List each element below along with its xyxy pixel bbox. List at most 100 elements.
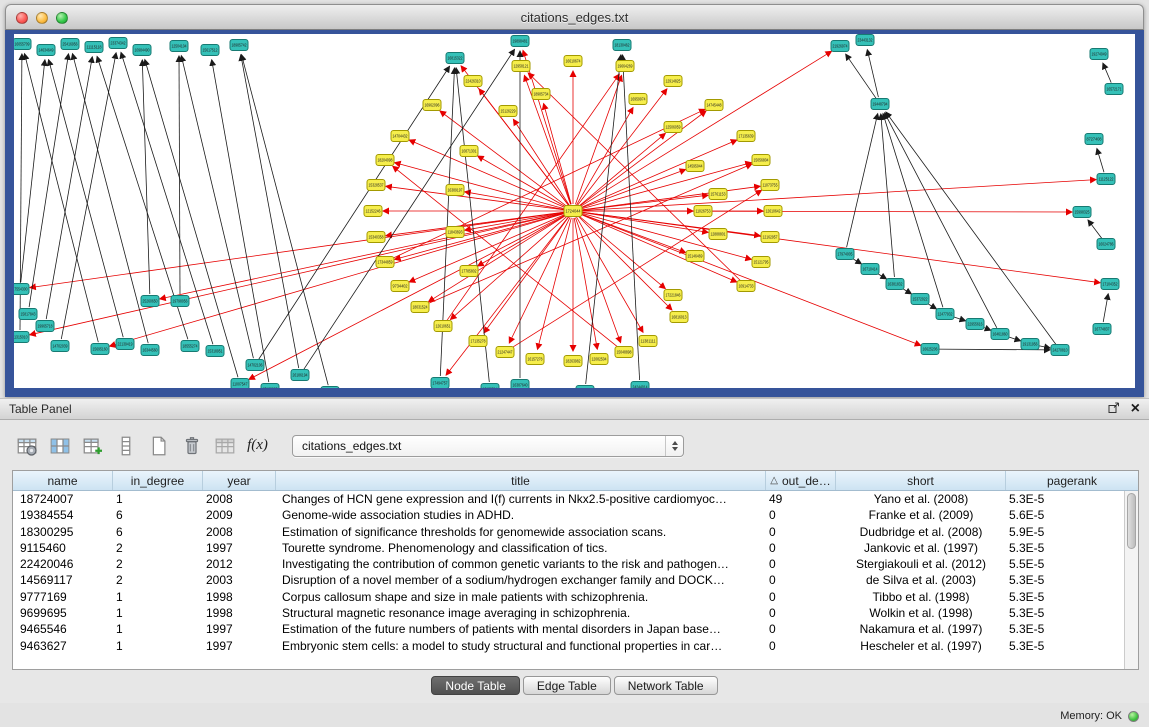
graph-node[interactable]: 12152246	[364, 206, 382, 217]
graph-edge[interactable]	[867, 50, 878, 97]
graph-node[interactable]: 19798056	[171, 296, 189, 307]
graph-node[interactable]: 16381832	[886, 279, 904, 290]
graph-node[interactable]: 24270810	[1051, 345, 1069, 356]
column-header-year[interactable]: year	[203, 471, 276, 490]
graph-node[interactable]: 14704432	[391, 131, 409, 142]
graph-node[interactable]: 10871301	[460, 146, 478, 157]
graph-node[interactable]: 11843693	[446, 227, 464, 238]
graph-edge[interactable]	[393, 166, 619, 347]
graph-node[interactable]: 16389197	[446, 185, 464, 196]
table-row[interactable]: 1456911722003Disruption of a novel membe…	[13, 572, 1124, 588]
graph-edge[interactable]	[1097, 149, 1104, 173]
graph-edge[interactable]	[61, 53, 116, 339]
graph-node[interactable]: 14634649	[37, 45, 55, 56]
table-cell[interactable]: 2	[113, 572, 203, 588]
graph-node[interactable]: 11315010	[14, 332, 29, 343]
table-cell[interactable]: 2	[113, 556, 203, 572]
graph-node[interactable]: 12610642	[764, 206, 782, 217]
graph-node[interactable]: 15126229	[499, 106, 517, 117]
graph-node[interactable]: 12888801	[709, 229, 727, 240]
graph-node[interactable]: 11073755	[761, 180, 779, 191]
table-cell[interactable]: 0	[766, 507, 836, 523]
table-scrollbar[interactable]	[1124, 491, 1138, 669]
graph-node[interactable]: 15318951	[206, 346, 224, 357]
graph-edge[interactable]	[30, 212, 566, 288]
graph-node[interactable]: 15121795	[752, 257, 770, 268]
graph-node[interactable]: 15372022	[911, 294, 929, 305]
table-cell[interactable]: 14569117	[13, 572, 113, 588]
graph-node[interactable]: 17135278	[469, 336, 487, 347]
graph-edge[interactable]	[578, 133, 665, 206]
graph-edge[interactable]	[29, 54, 68, 307]
graph-edge[interactable]	[456, 68, 489, 382]
column-header-out_de[interactable]: △out_de…	[766, 471, 836, 490]
graph-node[interactable]: 12504104	[170, 41, 188, 52]
graph-node[interactable]: 16189514	[481, 384, 499, 389]
graph-node[interactable]: 15817843	[19, 309, 37, 320]
graph-edge[interactable]	[21, 60, 45, 282]
function-builder-icon[interactable]: f(x)	[245, 433, 270, 458]
graph-node[interactable]: 16387640	[511, 380, 529, 389]
table-cell[interactable]: 9777169	[13, 589, 113, 605]
delete-table-icon[interactable]	[179, 433, 204, 458]
table-cell[interactable]: Nakamura et al. (1997)	[836, 621, 1006, 637]
table-cell[interactable]: Tibbo et al. (1998)	[836, 589, 1006, 605]
column-header-in_degree[interactable]: in_degree	[113, 471, 203, 490]
graph-edge[interactable]	[1103, 63, 1111, 82]
graph-edge[interactable]	[544, 104, 572, 205]
graph-node[interactable]: 16610674	[564, 56, 582, 67]
graph-node[interactable]: 15328537	[367, 180, 385, 191]
column-visibility-icon[interactable]	[47, 433, 72, 458]
network-graph-canvas[interactable]: 1724044121522461534035817344859973440218…	[14, 34, 1135, 388]
graph-edge[interactable]	[484, 217, 569, 333]
graph-node[interactable]: 17974005	[836, 249, 854, 260]
table-cell[interactable]: Yano et al. (2008)	[836, 491, 1006, 507]
graph-edge[interactable]	[885, 113, 997, 328]
graph-edge[interactable]	[145, 60, 238, 378]
table-cell[interactable]: 0	[766, 621, 836, 637]
table-cell[interactable]: 5.9E-5	[1006, 524, 1124, 540]
graph-node[interactable]: 15146469	[686, 251, 704, 262]
table-row[interactable]: 946362711997Embryonic stem cells: a mode…	[13, 638, 1124, 654]
table-cell[interactable]: 0	[766, 605, 836, 621]
table-cell[interactable]: 5.3E-5	[1006, 491, 1124, 507]
graph-edge[interactable]	[580, 195, 708, 210]
graph-edge[interactable]	[574, 218, 597, 349]
graph-node[interactable]: 17104352	[1101, 279, 1119, 290]
table-cell[interactable]: 1998	[203, 589, 276, 605]
table-cell[interactable]: 1	[113, 621, 203, 637]
graph-edge[interactable]	[181, 56, 253, 359]
graph-edge[interactable]	[580, 211, 1072, 212]
graph-node[interactable]: 16625206	[921, 344, 939, 355]
graph-node[interactable]: 22426310	[464, 76, 482, 87]
graph-node[interactable]: 18555274	[181, 341, 199, 352]
graph-node[interactable]: 16816013	[670, 312, 688, 323]
graph-edge[interactable]	[160, 213, 566, 299]
graph-node[interactable]: 11125122	[1097, 174, 1115, 185]
graph-node[interactable]: 22139419	[116, 339, 134, 350]
table-cell[interactable]: 1997	[203, 621, 276, 637]
table-row[interactable]: 977716911998Corpus callosum shape and si…	[13, 589, 1124, 605]
graph-node[interactable]: 1724044	[564, 206, 582, 217]
table-cell[interactable]: Disruption of a novel member of a sodium…	[276, 572, 766, 588]
graph-node[interactable]: 18985734	[532, 89, 550, 100]
graph-edge[interactable]	[881, 114, 895, 277]
graph-edge[interactable]	[179, 56, 180, 294]
table-cell[interactable]: 5.3E-5	[1006, 540, 1124, 556]
table-cell[interactable]: 1997	[203, 638, 276, 654]
graph-node[interactable]: 9734402	[391, 281, 409, 292]
table-row[interactable]: 1872400712008Changes of HCN gene express…	[13, 491, 1124, 507]
table-cell[interactable]: 0	[766, 572, 836, 588]
table-selector-combo[interactable]: citations_edges.txt	[292, 435, 684, 457]
table-row[interactable]: 1938455462009Genome-wide association stu…	[13, 507, 1124, 523]
table-cell[interactable]: Investigating the contribution of common…	[276, 556, 766, 572]
graph-edge[interactable]	[121, 53, 213, 345]
graph-node[interactable]: 19664269	[616, 61, 634, 72]
graph-edge[interactable]	[259, 66, 450, 359]
graph-node[interactable]: 25260650	[141, 296, 159, 307]
graph-edge[interactable]	[426, 164, 751, 304]
graph-node[interactable]: 10984490	[133, 45, 151, 56]
table-cell[interactable]: Hescheler et al. (1997)	[836, 638, 1006, 654]
close-panel-icon[interactable]: ×	[1131, 403, 1140, 415]
graph-node[interactable]: 12162957	[761, 232, 779, 243]
